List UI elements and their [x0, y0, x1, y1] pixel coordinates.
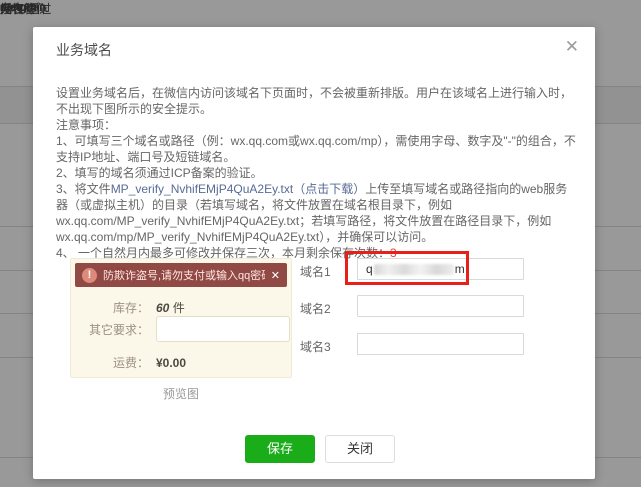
fraud-warning-banner: ! 防欺诈盗号,请勿支付或输入qq密码 ✕	[75, 263, 287, 287]
security-warning-preview-image: 数量：-1+ ! 防欺诈盗号,请勿支付或输入qq密码 ✕ 库存： 60 件 其它…	[70, 258, 292, 378]
note-item-1: 1、可填写三个域名或路径（例：wx.qq.com或wx.qq.com/mp），需…	[56, 133, 576, 165]
notes-title: 注意事项：	[56, 117, 576, 133]
other-requirements-input	[156, 316, 290, 342]
domain-1-label: 域名1	[300, 263, 331, 280]
exclamation-icon: !	[82, 268, 97, 283]
click-download-link[interactable]: （点击下载）	[293, 182, 365, 196]
intro-paragraph: 设置业务域名后，在微信内访问该域名下页面时，不会被重新排版。用户在该域名上进行输…	[56, 85, 576, 117]
close-button[interactable]: 关闭	[325, 435, 395, 463]
business-domain-dialog: 业务域名 ✕ 设置业务域名后，在微信内访问该域名下页面时，不会被重新排版。用户在…	[33, 27, 595, 479]
fraud-warning-text: 防欺诈盗号,请勿支付或输入qq密码	[103, 267, 265, 283]
close-icon[interactable]: ✕	[565, 37, 579, 57]
domain-3-input[interactable]	[357, 333, 524, 355]
domain-3-label: 域名3	[300, 338, 331, 355]
redacted-domain-value	[374, 264, 454, 275]
domain-2-input[interactable]	[357, 295, 524, 317]
save-button[interactable]: 保存	[245, 435, 315, 463]
other-requirements-row: 其它要求：	[71, 316, 291, 342]
preview-caption: 预览图	[70, 385, 292, 402]
stock-row: 库存： 60 件	[71, 299, 291, 316]
stock-value: 60	[156, 301, 169, 315]
note-item-2: 2、填写的域名须通过ICP备案的验证。	[56, 165, 576, 181]
domain-1-input[interactable]: qm	[357, 258, 524, 280]
dialog-body-text: 设置业务域名后，在微信内访问该域名下页面时，不会被重新排版。用户在该域名上进行输…	[56, 85, 576, 261]
shipping-row: 运费： ¥0.00	[71, 354, 291, 371]
dialog-title: 业务域名	[56, 40, 112, 60]
domain-2-label: 域名2	[300, 300, 331, 317]
note-item-3: 3、将文件MP_verify_NvhifEMjP4QuA2Ey.txt（点击下载…	[56, 181, 576, 245]
shipping-fee-value: ¥0.00	[156, 356, 186, 370]
verify-file-link[interactable]: MP_verify_NvhifEMjP4QuA2Ey.txt	[111, 182, 294, 196]
banner-close-icon: ✕	[271, 269, 280, 282]
